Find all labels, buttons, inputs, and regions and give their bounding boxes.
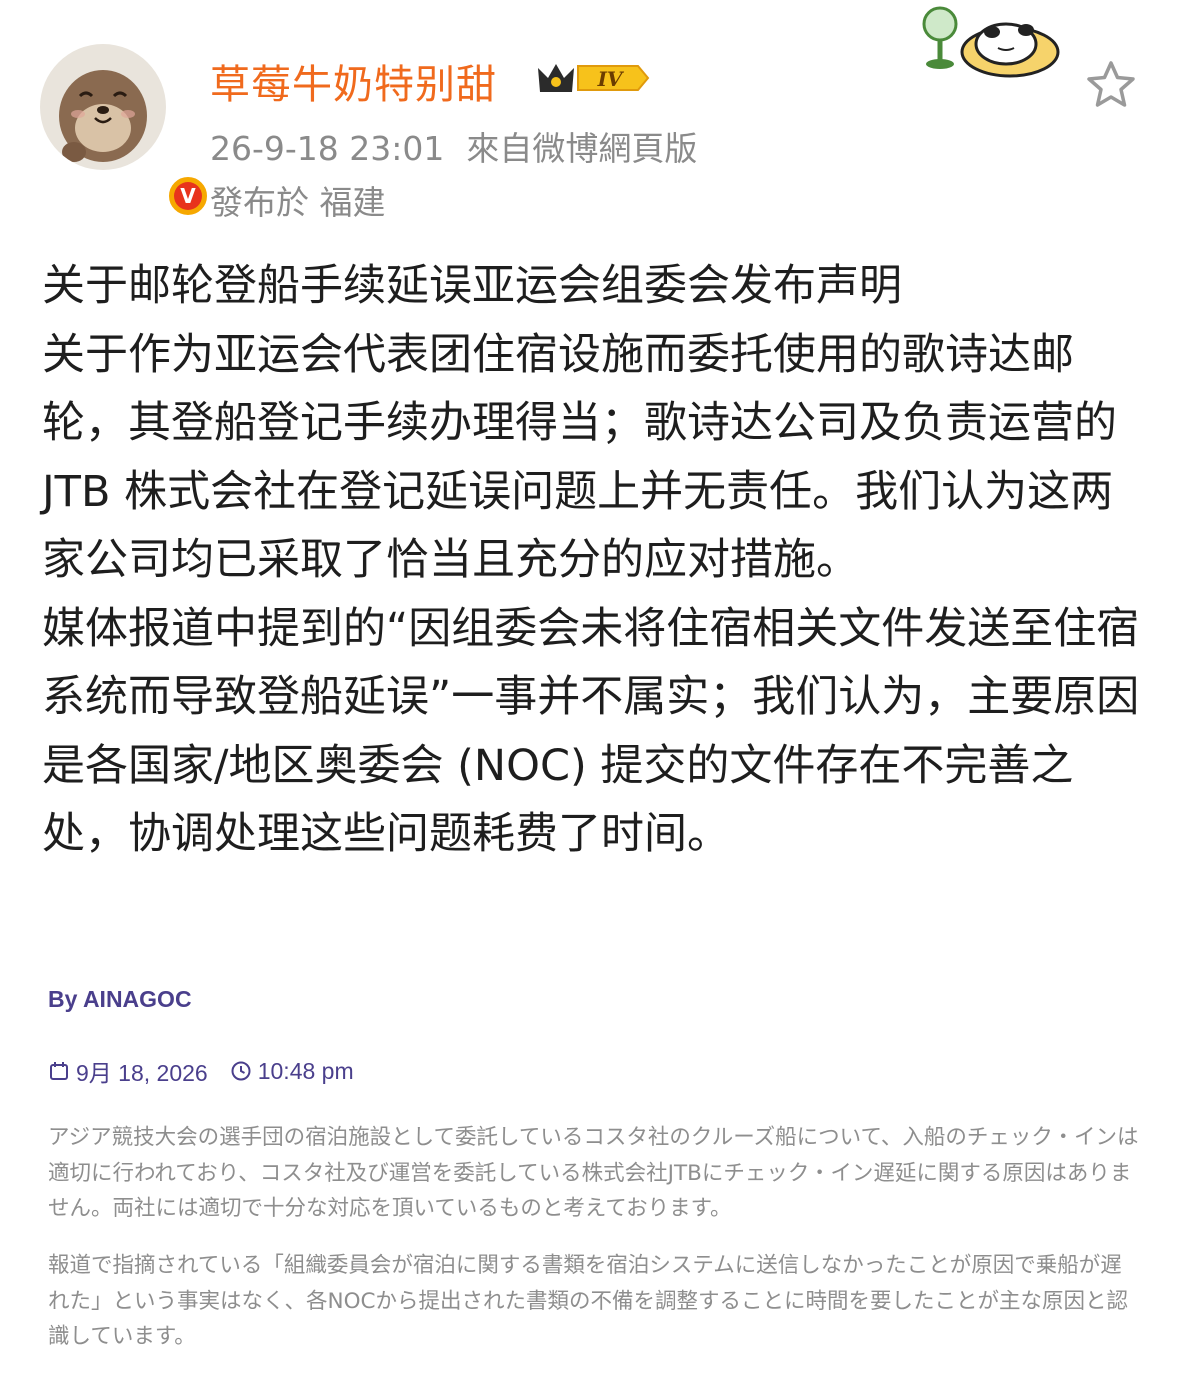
article-time: 10:48 pm xyxy=(257,1057,354,1084)
article-paragraph-jp: アジア競技大会の選手団の宿泊施設として委託しているコスタ社のクルーズ船について、… xyxy=(48,1125,1139,1221)
article-byline[interactable]: By AINAGOC xyxy=(48,986,192,1013)
verified-badge-label: V xyxy=(174,182,202,210)
calendar-icon xyxy=(50,1062,68,1080)
post-meta: 26-9-18 23:01 來自微博網頁版 xyxy=(210,122,697,170)
crown-level-badge[interactable]: IV xyxy=(534,58,650,98)
verified-badge: V xyxy=(166,174,210,218)
article-paragraph-jp: 報道で指摘されている「組織委員会が宿泊に関する書類を宿泊システムに送信しなかった… xyxy=(48,1253,1129,1349)
sticker-decoration-icon xyxy=(922,6,1060,78)
favorite-star-icon[interactable] xyxy=(1084,58,1138,112)
article-dateline: 9月 18, 2026 10:48 pm xyxy=(48,1054,354,1088)
username[interactable]: 草莓牛奶特别甜 xyxy=(210,52,497,110)
article-date: 9月 18, 2026 xyxy=(76,1060,208,1086)
level-badge-label: IV xyxy=(597,67,625,91)
post-source[interactable]: 來自微博網頁版 xyxy=(466,129,697,168)
avatar[interactable]: V xyxy=(40,44,210,218)
otter-avatar-icon xyxy=(40,44,166,170)
post-paragraph: 关于作为亚运会代表团住宿设施而委托使用的歌诗达邮轮，其登船登记手续办理得当；歌诗… xyxy=(42,329,1117,586)
post-location: 發布於 福建 xyxy=(210,183,386,222)
post-title: 关于邮轮登船手续延误亚运会组委会发布声明 xyxy=(42,261,902,311)
post-paragraph: 媒体报道中提到的“因组委会未将住宿相关文件发送至住宿系统而导致登船延误”一事并不… xyxy=(42,603,1140,860)
post-timestamp: 26-9-18 23:01 xyxy=(210,129,445,168)
post-body: 关于邮轮登船手续延误亚运会组委会发布声明 关于作为亚运会代表团住宿设施而委托使用… xyxy=(42,252,1152,869)
clock-icon xyxy=(231,1061,251,1081)
